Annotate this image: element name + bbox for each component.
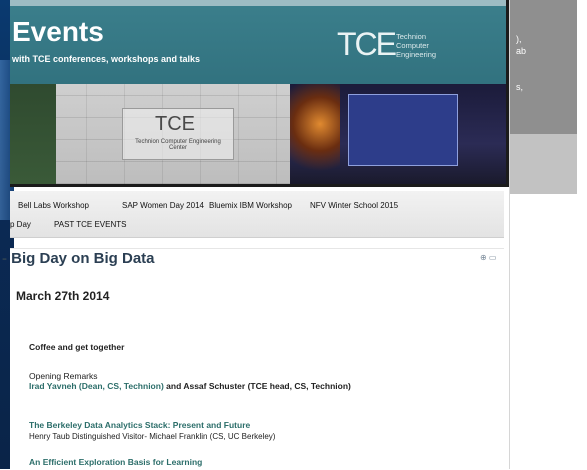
nav-item-bluemix[interactable]: Bluemix IBM Workshop — [209, 201, 292, 210]
agenda-speakers: Irad Yavneh (Dean, CS, Technion) and Ass… — [29, 381, 351, 391]
banner-subtitle: with TCE conferences, workshops and talk… — [12, 54, 201, 64]
tce-logo-text: Technion Computer Engineering — [396, 32, 436, 59]
event-date: March 27th 2014 — [16, 289, 110, 303]
agenda-opening-remarks: Opening Remarks — [29, 371, 98, 381]
logo-text-line: Computer — [396, 41, 429, 50]
talk-title-link[interactable]: The Berkeley Data Analytics Stack: Prese… — [29, 420, 250, 430]
speaker-name: Assaf Schuster (TCE head, CS, Technion) — [183, 381, 351, 391]
events-nav-bar: Bell Labs Workshop SAP Women Day 2014 Bl… — [10, 191, 504, 238]
nav-item-sap-women-day[interactable]: SAP Women Day 2014 — [122, 201, 204, 210]
banner-title: Events — [12, 16, 104, 47]
plaque-caption: Technion Computer Engineering Center — [135, 139, 221, 151]
plaque-letters: TCE — [155, 113, 195, 135]
building-plaque: TCE Technion Computer Engineering Center — [122, 108, 234, 160]
nav-item-nfv-winter[interactable]: NFV Winter School 2015 — [310, 201, 398, 210]
title-tool-icons[interactable]: ⊕ ▭ — [480, 253, 496, 262]
tree-image — [10, 84, 56, 184]
speaker-and: and — [166, 381, 182, 391]
tce-logo[interactable]: TCE — [331, 22, 397, 62]
nav-item-bell-labs[interactable]: Bell Labs Workshop — [18, 201, 89, 210]
page-title: - Big Day on Big Data — [2, 250, 155, 267]
header-banner: Events with TCE conferences, workshops a… — [10, 0, 509, 187]
speaker-link[interactable]: Irad Yavneh (Dean, CS, Technion) — [29, 381, 164, 391]
talk-title-link[interactable]: An Efficient Exploration Basis for Learn… — [29, 457, 202, 467]
talk-speaker: Henry Taub Distinguished Visitor- Michae… — [29, 432, 276, 441]
tce-logo-letters: TCE — [337, 26, 397, 62]
logo-text-line: Technion — [396, 32, 427, 41]
agenda-coffee: Coffee and get together — [29, 342, 125, 352]
logo-text-line: Engineering — [396, 50, 437, 59]
nav-item-day[interactable]: p Day — [10, 220, 31, 229]
projection-screen — [348, 94, 458, 166]
sidebar-text-fragment: ), — [516, 34, 522, 44]
sidebar-text-fragment: ab — [516, 46, 527, 56]
sidebar-grey-block — [510, 0, 577, 134]
sidebar-light-block — [510, 134, 577, 194]
stage-lights — [290, 84, 340, 184]
banner-topline — [10, 0, 506, 6]
conference-photo — [290, 84, 506, 184]
sidebar-text-fragment: s, — [516, 82, 524, 92]
nav-item-past-events[interactable]: PAST TCE EVENTS — [54, 220, 126, 229]
right-sidebar: ), ab s, — [510, 0, 587, 469]
